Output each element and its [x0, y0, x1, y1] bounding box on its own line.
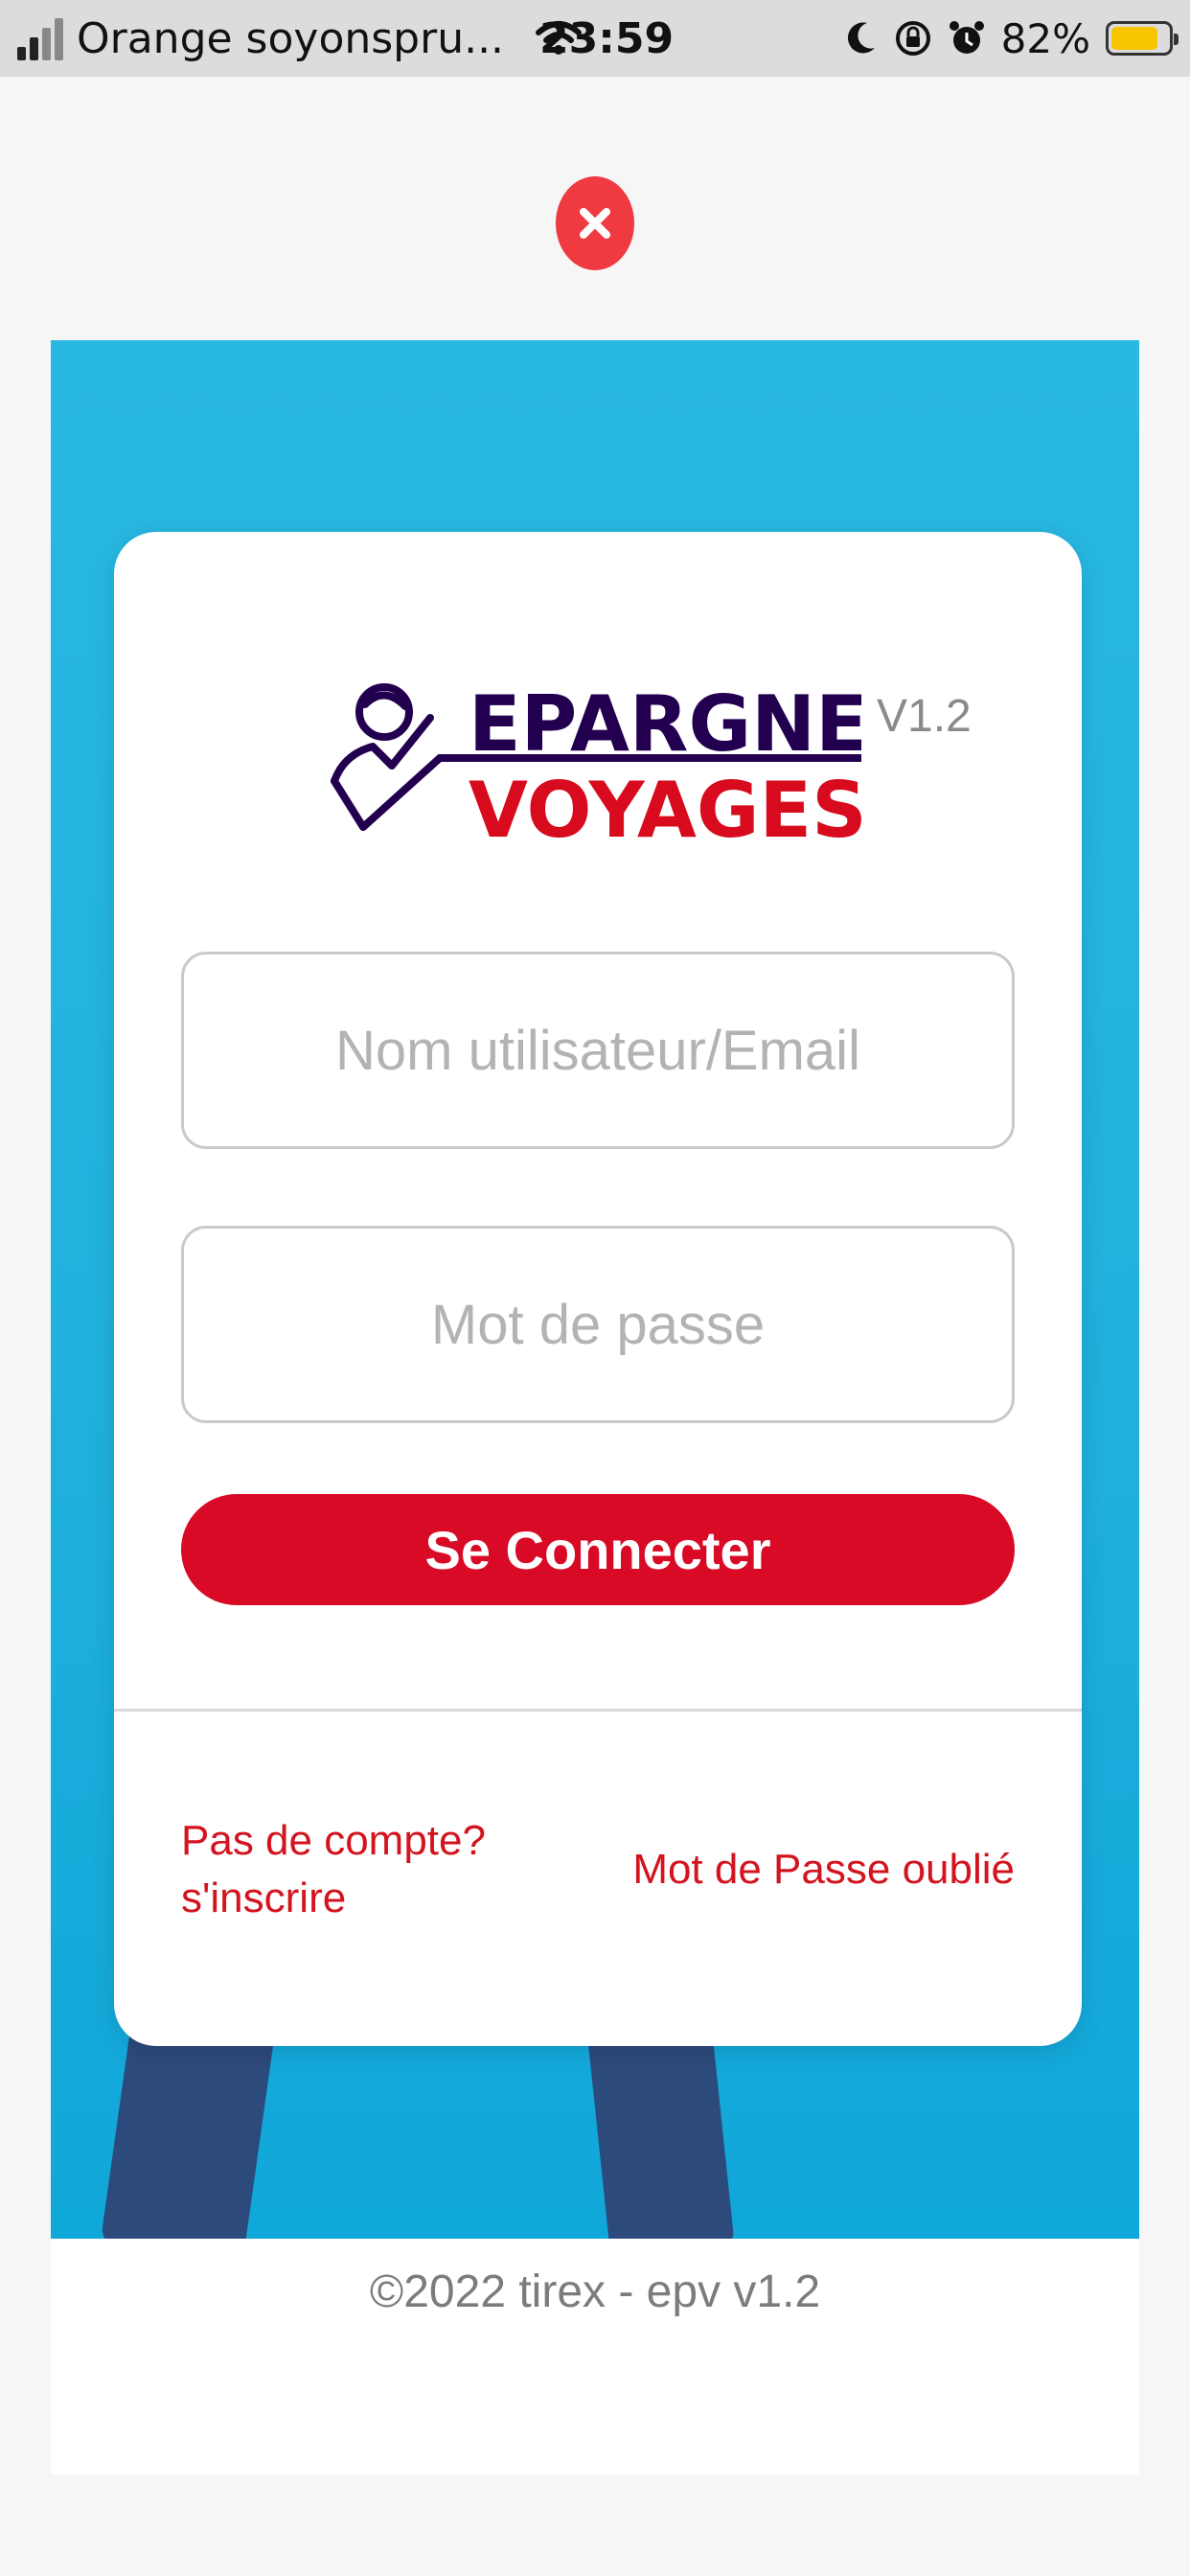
- logo-line1: EPARGNE: [469, 679, 861, 769]
- status-left: Orange soyonspru...: [17, 14, 583, 63]
- status-right: 82%: [844, 14, 1179, 62]
- status-bar: Orange soyonspru... 23:59 82%: [0, 0, 1190, 77]
- username-input[interactable]: [181, 952, 1015, 1149]
- divider: [114, 1709, 1082, 1712]
- login-card: EPARGNE VOYAGES V1.2 Se Connecter Pas de…: [114, 532, 1082, 2046]
- carrier-name: Orange soyonspru...: [77, 13, 505, 63]
- alarm-icon: [949, 21, 984, 54]
- close-button[interactable]: [556, 176, 634, 270]
- signal-icon: [17, 16, 63, 60]
- signup-line2: s'inscrire: [181, 1874, 347, 1921]
- footer-copyright: ©2022 tirex - epv v1.2: [369, 2266, 821, 2317]
- app-logo: EPARGNE VOYAGES: [331, 679, 861, 855]
- battery-fill: [1111, 27, 1157, 50]
- signup-link[interactable]: Pas de compte? s'inscrire: [181, 1812, 486, 1927]
- battery-icon: [1106, 21, 1179, 56]
- app-version: V1.2: [877, 691, 972, 742]
- close-icon: [580, 208, 610, 239]
- battery-percent: 82%: [1000, 14, 1090, 62]
- signup-line1: Pas de compte?: [181, 1817, 486, 1864]
- login-button[interactable]: Se Connecter: [181, 1494, 1015, 1605]
- logo-line2: VOYAGES: [469, 766, 861, 855]
- password-input[interactable]: [181, 1226, 1015, 1423]
- moon-icon: [847, 22, 875, 54]
- forgot-password-link[interactable]: Mot de Passe oublié: [632, 1841, 1015, 1898]
- footer: ©2022 tirex - epv v1.2: [51, 2239, 1139, 2474]
- status-time: 23:59: [539, 13, 675, 63]
- rotation-lock-icon: [895, 21, 930, 56]
